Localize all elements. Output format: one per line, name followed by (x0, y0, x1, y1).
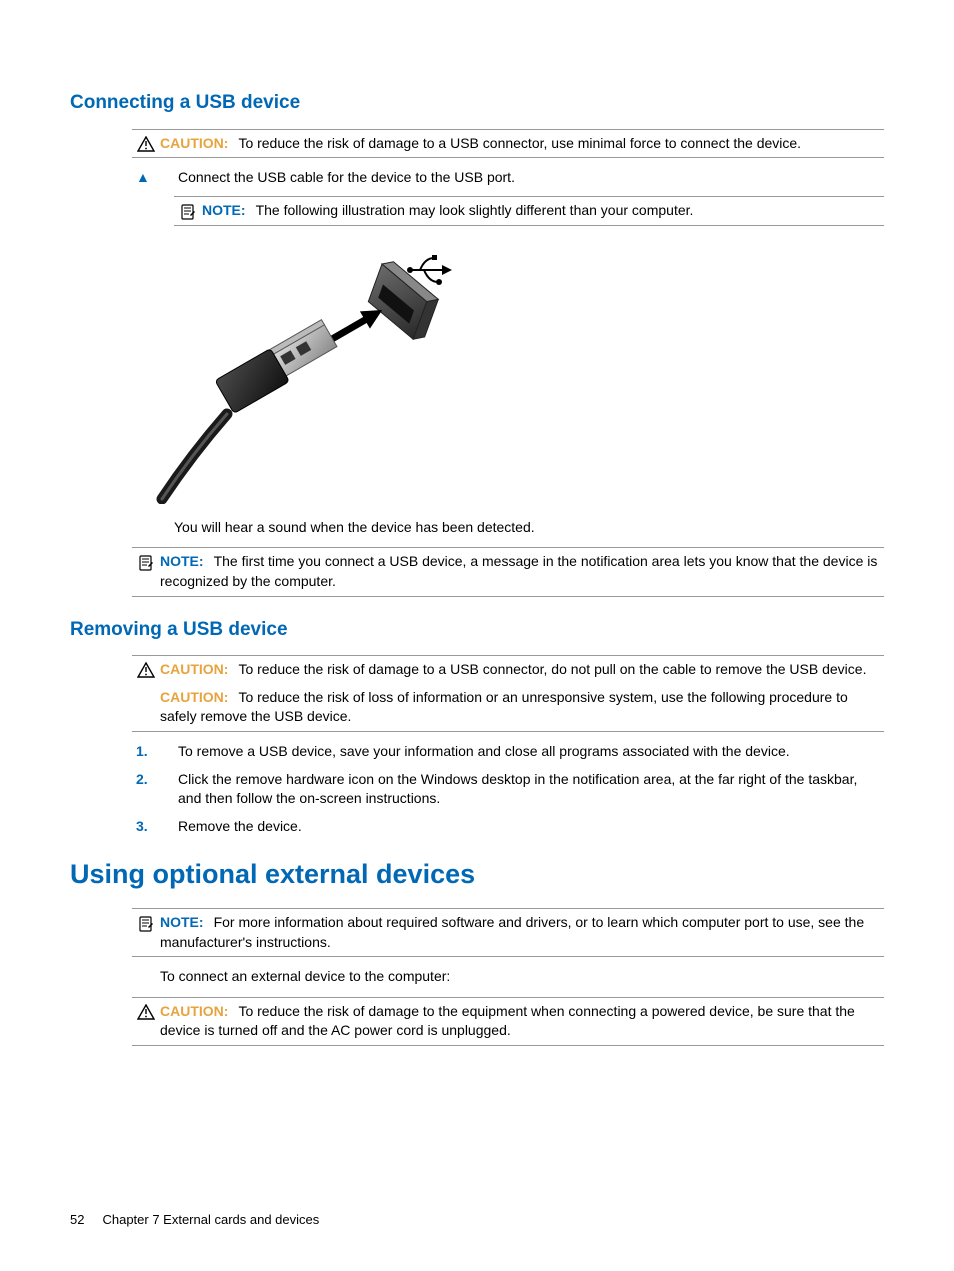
note-text: The first time you connect a USB device,… (160, 553, 877, 589)
caution-callout: CAUTION:To reduce the risk of damage to … (132, 997, 884, 1046)
after-illustration-text: You will hear a sound when the device ha… (174, 518, 884, 538)
chapter-label: Chapter 7 External cards and devices (102, 1212, 319, 1227)
caution-text: To reduce the risk of damage to a USB co… (238, 135, 801, 151)
usb-illustration (132, 244, 884, 504)
heading-removing-usb: Removing a USB device (70, 617, 884, 644)
note-icon (132, 913, 160, 933)
caution-text: To reduce the risk of damage to the equi… (160, 1003, 855, 1039)
note-text: For more information about required soft… (160, 914, 864, 950)
step-row: 2. Click the remove hardware icon on the… (132, 770, 884, 809)
step-number: 3. (132, 817, 178, 837)
note-callout: NOTE:The first time you connect a USB de… (132, 547, 884, 596)
paragraph: To connect an external device to the com… (160, 967, 884, 987)
note-label: NOTE: (160, 553, 204, 569)
step-row: ▲ Connect the USB cable for the device t… (132, 168, 884, 188)
step-row: 3. Remove the device. (132, 817, 884, 837)
note-callout: NOTE:For more information about required… (132, 908, 884, 957)
note-callout: NOTE: The following illustration may look… (174, 196, 884, 226)
caution-callout: CAUTION: To reduce the risk of damage to … (132, 655, 884, 682)
heading-external-devices: Using optional external devices (70, 856, 884, 894)
spacer (132, 688, 160, 690)
step-number: 2. (132, 770, 178, 809)
note-label: NOTE: (160, 914, 204, 930)
caution-label: CAUTION: (160, 135, 228, 151)
caution-icon (132, 1002, 160, 1020)
caution-icon (132, 134, 160, 152)
step-text: Click the remove hardware icon on the Wi… (178, 770, 884, 809)
step-number: 1. (132, 742, 178, 762)
heading-connecting-usb: Connecting a USB device (70, 90, 884, 117)
step-text: Remove the device. (178, 817, 884, 837)
caution-label: CAUTION: (160, 661, 228, 677)
caution-label: CAUTION: (160, 689, 228, 705)
caution-icon (132, 660, 160, 678)
caution-callout: CAUTION:To reduce the risk of loss of in… (132, 682, 884, 732)
note-icon (174, 201, 202, 221)
step-marker-triangle: ▲ (132, 168, 178, 188)
page-footer: 52 Chapter 7 External cards and devices (70, 1211, 319, 1229)
caution-text: To reduce the risk of damage to a USB co… (238, 661, 866, 677)
step-text: To remove a USB device, save your inform… (178, 742, 884, 762)
step-text: Connect the USB cable for the device to … (178, 168, 884, 188)
step-row: 1. To remove a USB device, save your inf… (132, 742, 884, 762)
note-text: The following illustration may look slig… (256, 202, 694, 218)
caution-label: CAUTION: (160, 1003, 228, 1019)
caution-callout: CAUTION: To reduce the risk of damage to … (132, 129, 884, 159)
page-number: 52 (70, 1212, 84, 1227)
caution-text: To reduce the risk of loss of informatio… (160, 689, 848, 725)
note-label: NOTE: (202, 202, 246, 218)
note-icon (132, 552, 160, 572)
